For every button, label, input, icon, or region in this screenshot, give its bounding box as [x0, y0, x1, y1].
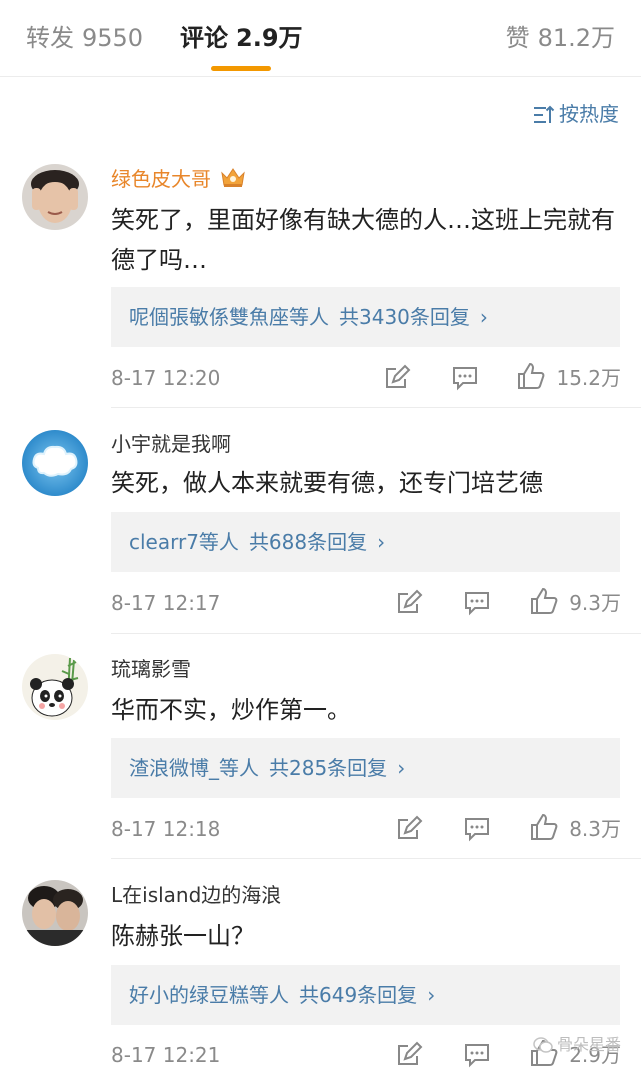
comment-footer: 8-17 12:17 9.3万: [111, 583, 621, 623]
reply-icon[interactable]: [451, 364, 479, 392]
like-count: 8.3万: [569, 817, 621, 841]
reply-users: 好小的绿豆糕等人: [129, 983, 289, 1007]
timestamp: 8-17 12:21: [111, 1043, 221, 1067]
comment-footer: 8-17 12:18 8.3万: [111, 809, 621, 849]
timestamp: 8-17 12:17: [111, 591, 221, 615]
repost-icon[interactable]: [395, 815, 423, 843]
tab-repost[interactable]: 转发 9550: [26, 20, 143, 56]
divider: [111, 407, 641, 408]
timestamp: 8-17 12:20: [111, 366, 221, 390]
crown-icon: [221, 168, 245, 187]
like-icon: [531, 587, 558, 614]
repost-icon[interactable]: [395, 589, 423, 617]
tab-repost-label: 转发: [26, 24, 74, 52]
repost-icon[interactable]: [395, 1041, 423, 1069]
avatar[interactable]: [22, 880, 88, 946]
reply-count: 共688条回复: [248, 530, 368, 554]
reply-icon[interactable]: [463, 589, 491, 617]
reply-icon[interactable]: [463, 1041, 491, 1069]
reply-count: 共285条回复: [269, 756, 388, 780]
like-icon: [531, 813, 558, 840]
reply-preview[interactable]: clearr7等人 共688条回复 ›: [111, 512, 620, 572]
tab-repost-count: 9550: [82, 24, 144, 52]
chevron-right-icon: ›: [397, 756, 406, 780]
reply-preview[interactable]: 渣浪微博_等人 共285条回复 ›: [111, 738, 620, 798]
reply-users: 呢個張敏係雙魚座等人: [129, 305, 329, 329]
comment-text: 笑死了，里面好像有缺大德的人…这班上完就有德了吗…: [111, 206, 615, 274]
sort-by-hot-button[interactable]: 按热度: [533, 100, 619, 128]
like-button[interactable]: 9.3万: [529, 583, 621, 623]
comment-text: 陈赫张一山？: [111, 922, 255, 950]
tab-comment-label: 评论: [180, 24, 228, 52]
sort-label: 按热度: [559, 102, 619, 126]
chevron-right-icon: ›: [377, 530, 386, 554]
reply-icon[interactable]: [463, 815, 491, 843]
watermark: 骨朵星番: [533, 1031, 621, 1055]
tab-like-label: 赞: [505, 24, 530, 52]
username[interactable]: 小宇就是我啊: [111, 430, 231, 458]
active-tab-indicator: [211, 66, 271, 71]
reply-count: 共649条回复: [299, 983, 418, 1007]
repost-icon[interactable]: [383, 364, 411, 392]
like-icon: [518, 362, 545, 389]
watermark-text: 骨朵星番: [556, 1035, 621, 1054]
tab-comment-count: 2.9万: [236, 24, 303, 52]
username-text: L在island边的海浪: [111, 883, 282, 907]
reply-users: clearr7等人: [129, 530, 239, 554]
comment-text: 华而不实，炒作第一。: [111, 696, 351, 724]
like-button[interactable]: 8.3万: [529, 809, 621, 849]
comment-footer: 8-17 12:20 15.2万: [111, 358, 621, 398]
sort-icon: [534, 105, 555, 123]
reply-count: 共3430条回复: [339, 305, 470, 329]
tab-like-count: 81.2万: [537, 24, 615, 52]
username-text: 小宇就是我啊: [111, 432, 231, 456]
reply-preview[interactable]: 呢個張敏係雙魚座等人 共3430条回复 ›: [111, 287, 620, 347]
username[interactable]: 绿色皮大哥: [111, 165, 247, 193]
like-count: 9.3万: [569, 591, 621, 615]
chevron-right-icon: ›: [427, 983, 436, 1007]
wechat-logo-icon: [533, 1037, 553, 1053]
avatar[interactable]: [22, 654, 88, 720]
username-text: 琉璃影雪: [111, 657, 191, 681]
divider: [111, 633, 641, 634]
divider: [111, 858, 641, 859]
avatar[interactable]: [22, 430, 88, 496]
reply-users: 渣浪微博_等人: [129, 756, 259, 780]
username-text: 绿色皮大哥: [111, 167, 211, 191]
tab-comment[interactable]: 评论 2.9万: [180, 20, 303, 56]
like-count: 15.2万: [556, 366, 621, 390]
tab-bar: 转发 9550 评论 2.9万 赞 81.2万: [0, 0, 641, 77]
tab-like[interactable]: 赞 81.2万: [506, 20, 615, 56]
username[interactable]: 琉璃影雪: [111, 655, 191, 683]
username[interactable]: L在island边的海浪: [111, 881, 281, 909]
chevron-right-icon: ›: [479, 305, 488, 329]
avatar[interactable]: [22, 164, 88, 230]
timestamp: 8-17 12:18: [111, 817, 221, 841]
like-button[interactable]: 15.2万: [516, 358, 621, 398]
comment-text: 笑死，做人本来就要有德，还专门培艺德: [111, 469, 543, 497]
reply-preview[interactable]: 好小的绿豆糕等人 共649条回复 ›: [111, 965, 620, 1025]
